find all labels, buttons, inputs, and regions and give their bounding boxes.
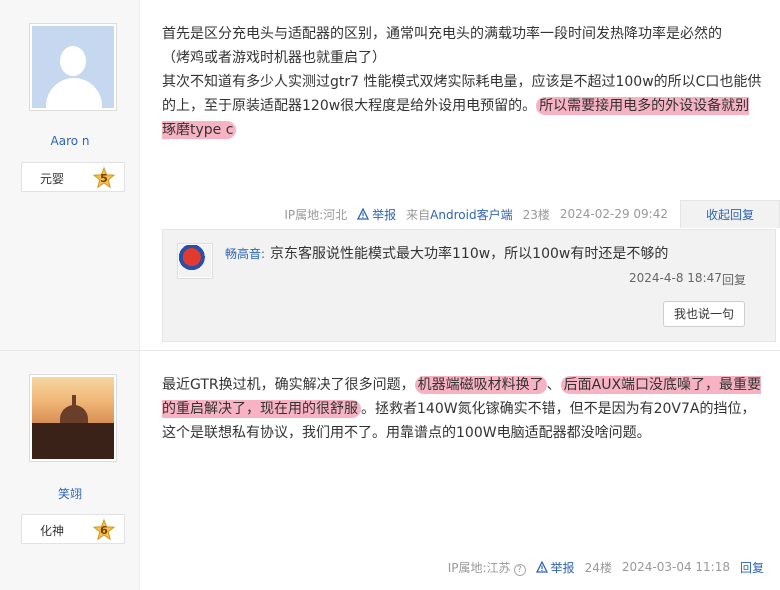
- ip-location: IP属地:河北: [284, 207, 348, 222]
- collapse-replies-button[interactable]: 收起回复: [680, 200, 780, 228]
- content-text: 、: [546, 377, 561, 393]
- user-level-badge[interactable]: 化神 6: [21, 514, 125, 544]
- highlighted-text: 机器端磁吸材料换了: [414, 376, 547, 394]
- floor-number: 23楼: [522, 207, 550, 222]
- reply-link[interactable]: 回复: [740, 559, 764, 576]
- post-time: 2024-03-04 11:18: [621, 560, 730, 574]
- sub-reply-text: 京东客服说性能模式最大功率110w，所以100w有时还是不够的: [270, 246, 669, 262]
- floor-number: 24楼: [584, 560, 612, 575]
- level-name: 化神: [40, 524, 65, 538]
- report-label: 举报: [372, 207, 397, 222]
- default-avatar-icon: [32, 26, 114, 108]
- sub-reply-link[interactable]: 回复: [722, 271, 746, 288]
- level-star-icon: 5: [93, 167, 115, 189]
- content-paragraph: 其次不知道有多少人实测过gtr7 性能模式双烤实际耗电量，应该是不超过100w的…: [162, 70, 762, 142]
- level-number: 6: [100, 524, 108, 537]
- author-sidebar: Aaro n 元婴 5: [0, 0, 140, 350]
- level-number: 5: [100, 172, 108, 185]
- content-text: 最近GTR换过机，确实解决了很多问题，: [162, 377, 415, 393]
- content-paragraph: 最近GTR换过机，确实解决了很多问题， 机器端磁吸材料换了、后面AUX端口没底噪了…: [162, 373, 762, 445]
- content-line: 首先是区分充电头与适配器的区别，通常叫充电头的满载功率一段时间发热降功率是必然的: [162, 26, 722, 42]
- post-floor-23: Aaro n 元婴 5 首先是区分充电头与适配器的区别，通常叫充电头的满载功率一…: [0, 0, 780, 350]
- report-label: 举报: [550, 560, 575, 575]
- post-content: 最近GTR换过机，确实解决了很多问题， 机器端磁吸材料换了、后面AUX端口没底噪了…: [162, 373, 762, 445]
- help-circle-icon[interactable]: ?: [513, 563, 526, 576]
- post-floor-24: 笑翊 化神 6 最近GTR换过机，确实解决了很多问题， 机器端磁吸材料换了、后面A…: [0, 350, 780, 590]
- level-star-icon: 6: [93, 519, 115, 541]
- warning-icon: [357, 208, 370, 220]
- username[interactable]: Aaro n: [0, 134, 140, 148]
- sub-reply-panel: 畅高音: 京东客服说性能模式最大功率110w，所以100w有时还是不够的 202…: [162, 229, 776, 342]
- warning-icon: [535, 561, 548, 573]
- content-line: （烤鸡或者游戏时机器也就重启了）: [162, 50, 386, 66]
- post-time: 2024-02-29 09:42: [559, 207, 668, 221]
- spiderman-avatar-icon: [179, 245, 211, 277]
- author-sidebar: 笑翊 化神 6: [0, 351, 140, 590]
- sub-reply-time: 2024-4-8 18:47: [629, 271, 722, 285]
- add-comment-button[interactable]: 我也说一句: [663, 301, 745, 327]
- avatar[interactable]: [29, 374, 117, 462]
- sub-reply-avatar[interactable]: [177, 243, 213, 279]
- avatar[interactable]: [29, 23, 117, 111]
- user-level-badge[interactable]: 元婴 5: [21, 162, 125, 192]
- client-source: 来自Android客户端: [406, 207, 513, 222]
- post-content: 首先是区分充电头与适配器的区别，通常叫充电头的满载功率一段时间发热降功率是必然的…: [162, 22, 762, 142]
- username[interactable]: 笑翊: [0, 485, 140, 502]
- sub-reply-username[interactable]: 畅高音:: [225, 245, 265, 262]
- sunset-dome-avatar-icon: [32, 377, 114, 459]
- report-button[interactable]: 举报: [357, 206, 396, 223]
- post-meta: IP属地:河北 举报 来自Android客户端 23楼 2024-02-29 0…: [274, 200, 780, 228]
- report-button[interactable]: 举报: [535, 559, 575, 576]
- client-link[interactable]: Android客户端: [430, 208, 512, 222]
- post-meta: IP属地:江苏? 举报 24楼 2024-03-04 11:18 回复: [438, 554, 764, 580]
- level-name: 元婴: [40, 172, 65, 186]
- ip-location: IP属地:江苏?: [448, 559, 526, 576]
